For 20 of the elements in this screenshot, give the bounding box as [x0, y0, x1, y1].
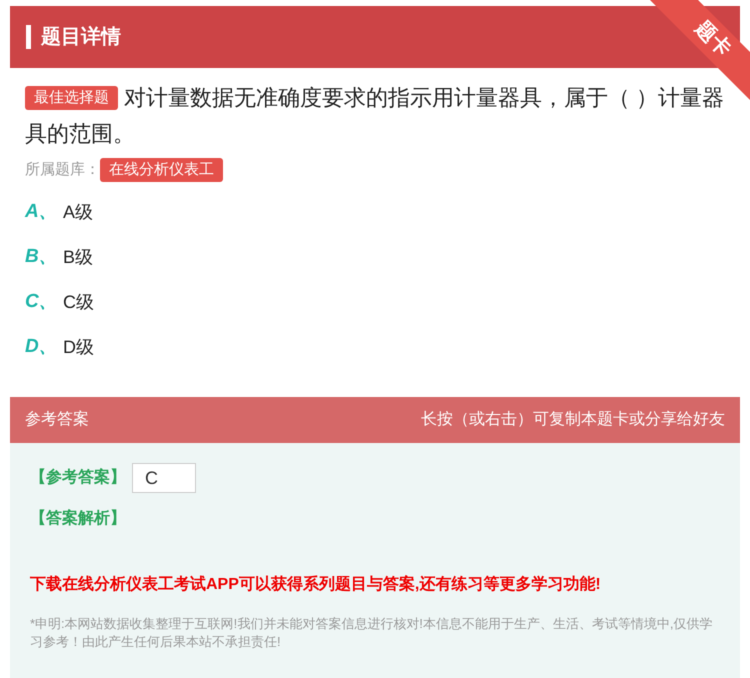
option-letter: A、 [25, 200, 59, 224]
question-text: 最佳选择题 对计量数据无准确度要求的指示用计量器具，属于（ ）计量器具的范围。 [25, 84, 725, 148]
option-text: B级 [63, 246, 94, 268]
analysis-label: 【答案解析】 [30, 508, 127, 529]
option-letter: D、 [25, 334, 59, 359]
answer-value: C [132, 463, 196, 493]
answer-label: 【参考答案】 [30, 467, 126, 488]
option-text: D级 [63, 336, 94, 358]
bank-label: 所属题库： [25, 160, 100, 180]
answer-bar-hint: 长按（或右击）可复制本题卡或分享给好友 [421, 410, 725, 430]
question-type-badge: 最佳选择题 [25, 86, 118, 110]
option-letter: C、 [25, 290, 59, 314]
answer-bar-title: 参考答案 [25, 409, 89, 430]
option-letter: B、 [25, 244, 59, 269]
option-text: C级 [63, 290, 94, 314]
option-text: A级 [63, 200, 94, 224]
bank-tag[interactable]: 在线分析仪表工 [100, 158, 223, 182]
disclaimer-text: *申明:本网站数据收集整理于互联网!我们并未能对答案信息进行核对!本信息不能用于生产、生活、考试等情境中,仅供学习参考！由此产生任何后果本站不承担责任! [30, 615, 714, 651]
promo-text: 下载在线分析仪表工考试APP可以获得系列题目与答案,还有练习等更多学习功能! [30, 574, 602, 595]
header-title: 题目详情 [26, 25, 121, 49]
